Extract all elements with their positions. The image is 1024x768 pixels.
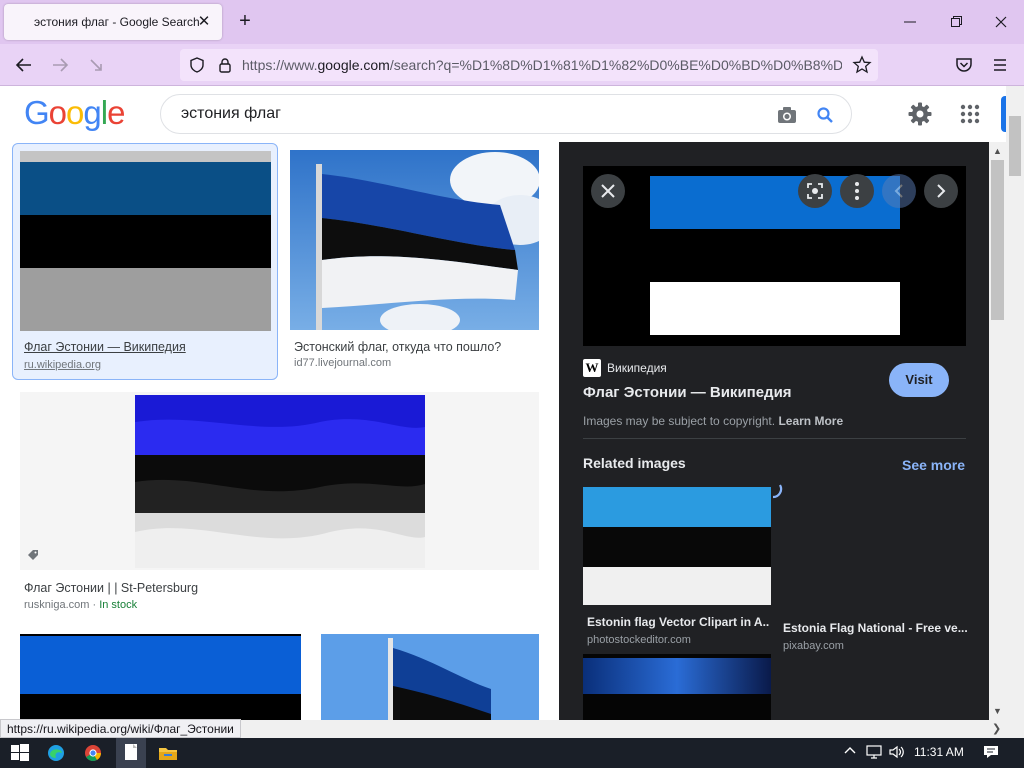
scroll-right-icon[interactable]: ❯	[992, 722, 1001, 735]
result-source[interactable]: ru.wikipedia.org	[24, 359, 101, 371]
volume-icon[interactable]	[888, 744, 906, 763]
related-image-title[interactable]: Estonia Flag National - Free ve...	[783, 621, 967, 635]
image-preview-panel: W Википедия Флаг Эстонии — Википедия Vis…	[559, 142, 989, 720]
notepad-icon[interactable]	[116, 738, 146, 768]
result-image-estonia-flag[interactable]	[20, 151, 271, 331]
windows-start-icon[interactable]	[8, 741, 32, 765]
lens-search-icon[interactable]	[798, 174, 832, 208]
menu-hamburger-icon[interactable]	[988, 53, 1012, 77]
image-result-card[interactable]	[20, 634, 301, 720]
google-header: Google	[0, 86, 1006, 142]
page-scrollbar[interactable]	[1006, 86, 1024, 720]
scroll-down-icon[interactable]: ▼	[989, 704, 1006, 718]
edge-browser-icon[interactable]	[44, 741, 68, 765]
related-image-title[interactable]: Estonin flag Vector Clipart in A...	[587, 615, 769, 629]
search-input[interactable]	[181, 105, 741, 123]
tray-chevron-up-icon[interactable]	[843, 744, 857, 761]
file-explorer-icon[interactable]	[156, 741, 180, 765]
logo-letter: o	[48, 94, 67, 131]
search-icon[interactable]	[813, 103, 837, 127]
maximize-icon[interactable]	[944, 10, 968, 34]
panel-scrollbar[interactable]: ▲ ▼	[989, 142, 1006, 720]
chrome-browser-icon[interactable]	[81, 741, 105, 765]
back-arrow-icon[interactable]	[12, 53, 36, 77]
image-result-card[interactable]: Эстонский флаг, откуда что пошло? id77.l…	[290, 150, 539, 372]
loading-spinner-icon	[769, 482, 791, 507]
image-results-grid: Флаг Эстонии — Википедия ru.wikipedia.or…	[0, 142, 559, 720]
forward-arrow-icon[interactable]	[48, 53, 72, 77]
image-result-card[interactable]	[321, 634, 539, 720]
logo-letter: g	[83, 94, 101, 131]
logo-letter: e	[107, 94, 125, 131]
status-bar-url: https://ru.wikipedia.org/wiki/Флаг_Эстон…	[0, 719, 241, 738]
related-image[interactable]	[583, 487, 771, 605]
related-images-heading: Related images	[583, 455, 686, 471]
result-source[interactable]: id77.livejournal.com	[294, 357, 391, 369]
page-scrollbar-thumb[interactable]	[1009, 116, 1021, 176]
learn-more-link[interactable]: Learn More	[778, 414, 843, 428]
url-text: https://www.google.com/search?q=%D1%8D%D…	[242, 57, 842, 73]
related-image-source: pixabay.com	[783, 640, 844, 652]
related-image[interactable]	[583, 654, 771, 720]
address-bar[interactable]: https://www.google.com/search?q=%D1%8D%D…	[180, 49, 878, 81]
tab-title: эстония флаг - Google Search	[34, 15, 200, 29]
result-image-flag-partial[interactable]	[20, 634, 301, 720]
notifications-icon[interactable]	[982, 744, 1000, 763]
logo-letter: G	[24, 94, 50, 131]
result-image-silk-flag[interactable]	[20, 392, 539, 570]
browser-tab-bar: эстония флаг - Google Search ✕ +	[0, 0, 1024, 44]
logo-letter: o	[66, 94, 84, 131]
browser-tab[interactable]: эстония флаг - Google Search ✕	[4, 4, 222, 40]
shield-icon[interactable]	[188, 56, 206, 77]
camera-search-icon[interactable]	[775, 103, 799, 127]
see-more-link[interactable]: See more	[902, 457, 965, 473]
visit-button[interactable]: Visit	[889, 363, 949, 397]
google-logo[interactable]: Google	[24, 94, 125, 132]
wikipedia-icon: W	[583, 359, 601, 377]
close-preview-icon[interactable]	[591, 174, 625, 208]
close-window-icon[interactable]	[989, 10, 1013, 34]
pocket-icon[interactable]	[952, 53, 976, 77]
google-apps-icon[interactable]	[958, 102, 982, 126]
result-title[interactable]: Флаг Эстонии — Википедия	[24, 340, 186, 354]
clock-time[interactable]: 11:31 AM	[914, 745, 964, 759]
next-image-icon[interactable]	[924, 174, 958, 208]
preview-source[interactable]: W Википедия	[583, 359, 667, 377]
image-result-card[interactable]: Флаг Эстонии | | St-Petersburg rusknigа.…	[20, 392, 539, 614]
scrollbar-thumb[interactable]	[991, 160, 1004, 320]
copyright-notice: Images may be subject to copyright. Lear…	[583, 414, 844, 428]
related-image-source: photostockeditor.com	[587, 634, 691, 646]
bookmark-star-icon[interactable]	[852, 55, 872, 78]
tab-close-icon[interactable]: ✕	[194, 12, 214, 32]
tag-icon	[26, 548, 40, 565]
lock-icon[interactable]	[216, 56, 234, 77]
result-source: rusknigа.com · In stock	[24, 599, 138, 611]
preview-source-name: Википедия	[607, 361, 667, 375]
more-options-icon[interactable]	[840, 174, 874, 208]
new-tab-button[interactable]: +	[234, 10, 256, 32]
windows-taskbar: 11:31 AM	[0, 738, 1024, 768]
minimize-icon[interactable]	[898, 10, 922, 34]
network-icon[interactable]	[865, 744, 883, 763]
image-result-card[interactable]: Флаг Эстонии — Википедия ru.wikipedia.or…	[12, 143, 278, 380]
previous-image-icon[interactable]	[882, 174, 916, 208]
scroll-up-icon[interactable]: ▲	[989, 144, 1006, 158]
result-title[interactable]: Эстонский флаг, откуда что пошло?	[294, 340, 501, 354]
reload-icon[interactable]	[84, 53, 108, 77]
preview-title[interactable]: Флаг Эстонии — Википедия	[583, 384, 792, 401]
divider	[583, 438, 966, 439]
navigation-bar: https://www.google.com/search?q=%D1%8D%D…	[0, 44, 1024, 86]
result-title[interactable]: Флаг Эстонии | | St-Petersburg	[24, 581, 198, 595]
settings-gear-icon[interactable]	[906, 100, 934, 128]
result-image-flag-on-pole[interactable]	[290, 150, 539, 330]
result-image-flag-pole-partial[interactable]	[321, 634, 539, 720]
search-box[interactable]	[160, 94, 852, 134]
